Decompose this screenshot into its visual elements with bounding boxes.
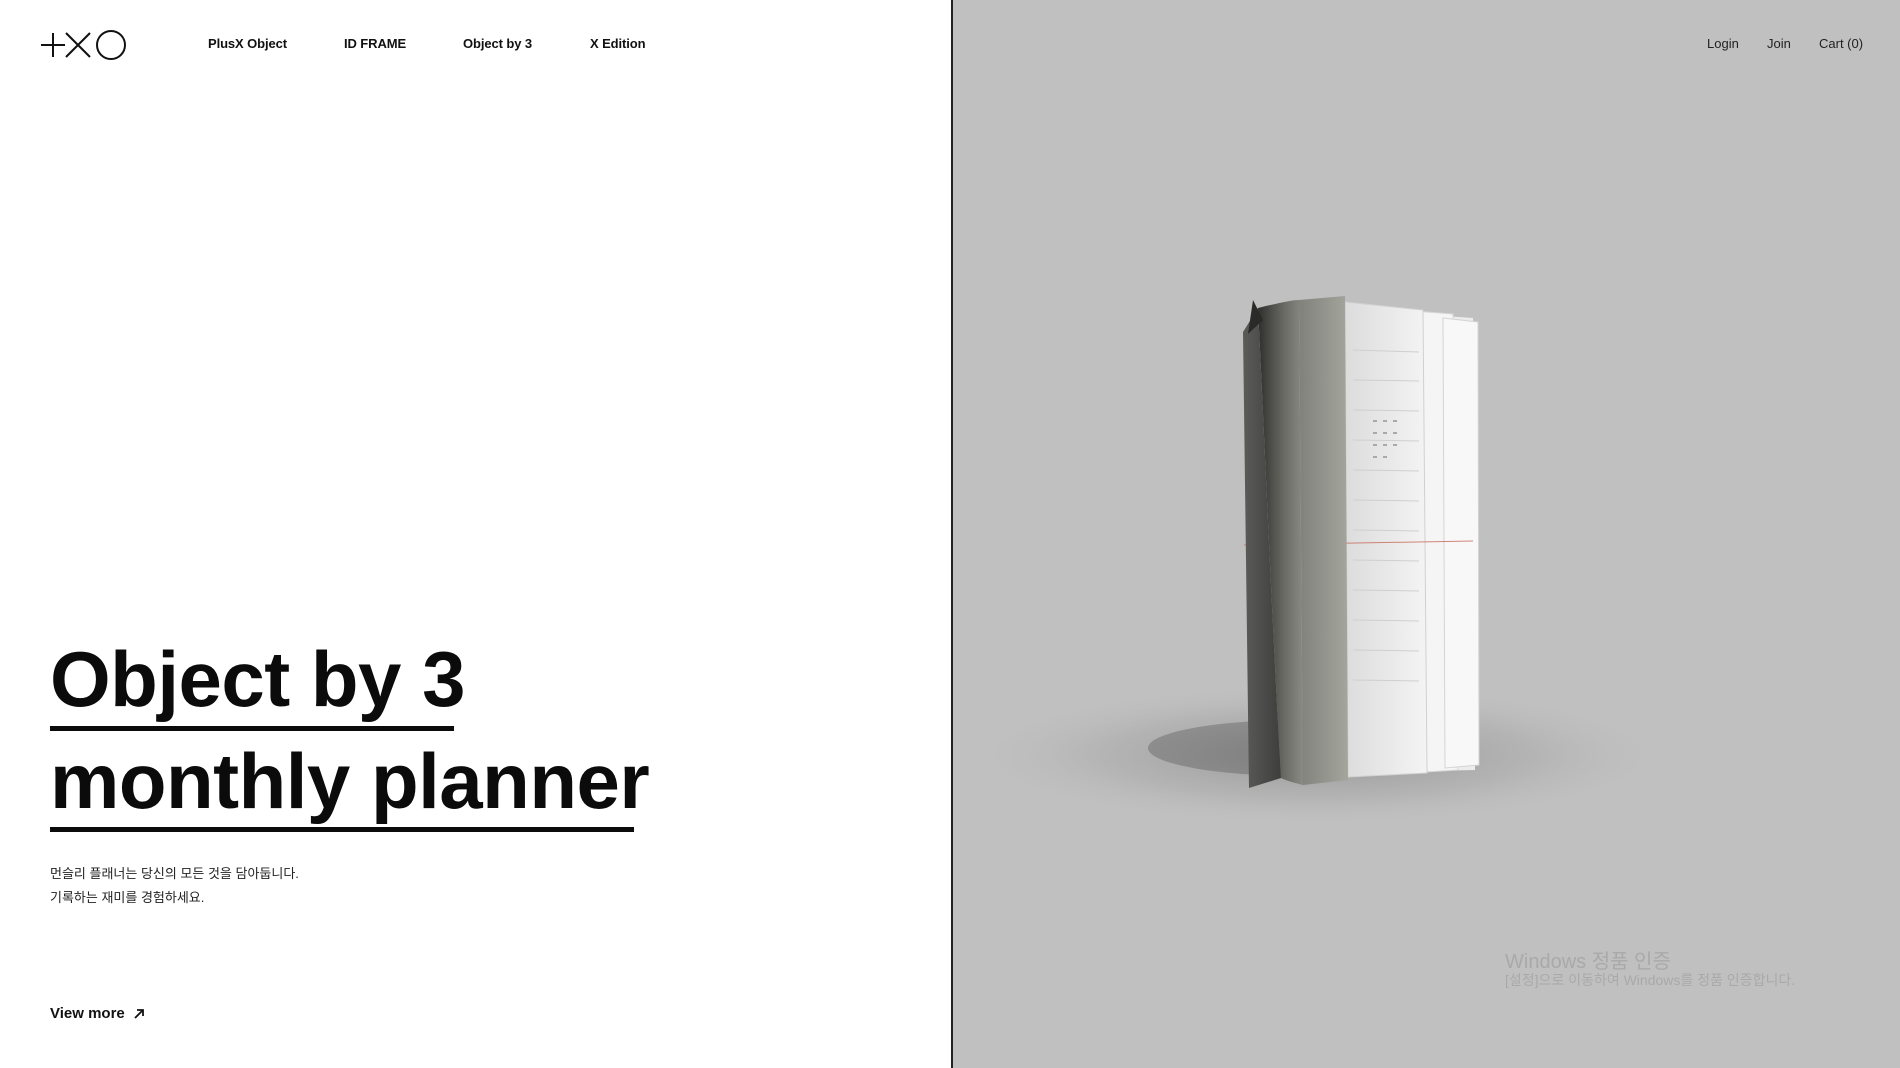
- join-link[interactable]: Join: [1767, 36, 1791, 51]
- hero-title-line1[interactable]: Object by 3: [50, 640, 465, 718]
- nav-item-plusx-object[interactable]: PlusX Object: [208, 36, 287, 51]
- hero-title-line1-underline: [50, 726, 454, 731]
- nav-item-id-frame[interactable]: ID FRAME: [344, 36, 406, 51]
- nav-item-object-by-3[interactable]: Object by 3: [463, 36, 532, 51]
- cart-link[interactable]: Cart (0): [1819, 36, 1863, 51]
- hero-description-line2: 기록하는 재미를 경험하세요.: [50, 890, 205, 905]
- plusx-object-logo[interactable]: [40, 28, 130, 62]
- windows-activation-subtitle: [설정]으로 이동하여 Windows를 정품 인증합니다.: [1505, 972, 1796, 988]
- hero-title-line2[interactable]: monthly planner: [50, 742, 650, 820]
- arrow-up-right-icon: [134, 1008, 144, 1019]
- hero-title-line2-underline: [50, 827, 634, 832]
- planner-image: [963, 296, 1673, 827]
- login-link[interactable]: Login: [1707, 36, 1739, 51]
- hero-image-panel: [953, 0, 1900, 1068]
- hero-description-line1: 먼슬리 플래너는 당신의 모든 것을 담아둡니다.: [50, 866, 299, 881]
- view-more-label: View more: [50, 1005, 125, 1022]
- view-more-link[interactable]: View more: [50, 1005, 145, 1022]
- nav-item-x-edition[interactable]: X Edition: [590, 36, 646, 51]
